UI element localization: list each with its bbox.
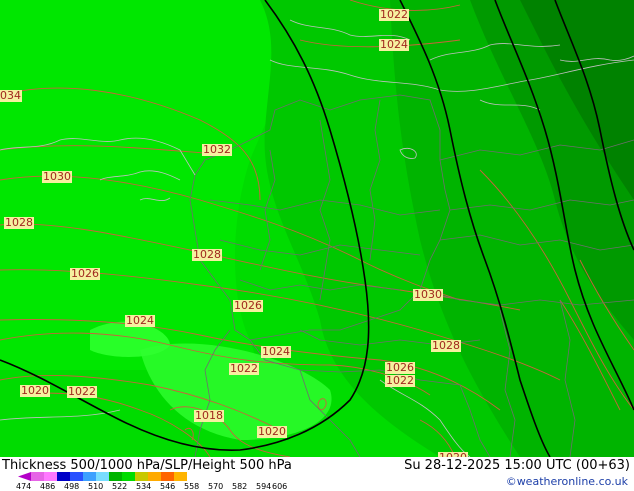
legend-swatch bbox=[174, 472, 187, 481]
weather-map: 1022102410341032103010281028102610301026… bbox=[0, 0, 634, 457]
map-datetime: Su 28-12-2025 15:00 UTC (00+63) bbox=[404, 458, 630, 473]
legend-swatch bbox=[57, 472, 70, 481]
isobar-label: 1026 bbox=[70, 267, 100, 280]
isobar-label: 1028 bbox=[192, 248, 222, 261]
legend-swatch bbox=[122, 472, 135, 481]
color-legend bbox=[18, 472, 187, 481]
isobar-label: 1018 bbox=[194, 409, 224, 422]
isobar-label: 1020 bbox=[257, 425, 287, 438]
source-credit[interactable]: ©weatheronline.co.uk bbox=[506, 475, 628, 488]
isobar-label: 1028 bbox=[4, 216, 34, 229]
legend-swatch bbox=[44, 472, 57, 481]
isobar-label: 1030 bbox=[413, 288, 443, 301]
legend-swatch bbox=[135, 472, 148, 481]
legend-swatch bbox=[148, 472, 161, 481]
footer-bar: Thickness 500/1000 hPa/SLP/Height 500 hP… bbox=[0, 457, 634, 491]
isobar-label: 1020 bbox=[20, 384, 50, 397]
legend-swatch bbox=[18, 472, 31, 481]
isobar-label: 1022 bbox=[379, 8, 409, 21]
legend-swatch bbox=[109, 472, 122, 481]
isobar-label: 1024 bbox=[261, 345, 291, 358]
isobar-label: 1022 bbox=[229, 362, 259, 375]
legend-swatch bbox=[31, 472, 44, 481]
isobar-label: 1030 bbox=[42, 170, 72, 183]
isobar-label: 1022 bbox=[67, 385, 97, 398]
isobar-label: 1032 bbox=[202, 143, 232, 156]
legend-swatch bbox=[161, 472, 174, 481]
isobar-label: 1024 bbox=[379, 38, 409, 51]
legend-swatch bbox=[70, 472, 83, 481]
legend-swatch bbox=[83, 472, 96, 481]
isobar-label: 1028 bbox=[431, 339, 461, 352]
isobar-label: 1026 bbox=[385, 361, 415, 374]
isobar-label: 1024 bbox=[125, 314, 155, 327]
isobar-label: 1026 bbox=[233, 299, 263, 312]
isobar-label: 1034 bbox=[0, 90, 22, 102]
isobar-label: 1022 bbox=[385, 374, 415, 387]
map-title: Thickness 500/1000 hPa/SLP/Height 500 hP… bbox=[2, 458, 292, 473]
legend-swatch bbox=[96, 472, 109, 481]
